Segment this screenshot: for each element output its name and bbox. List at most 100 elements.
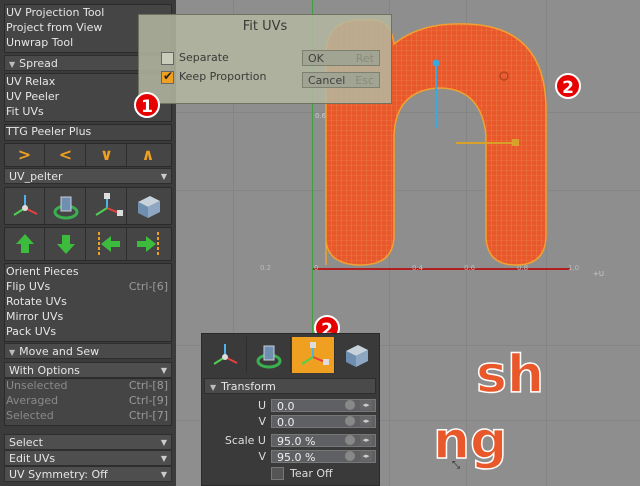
scale-v-label: V	[258, 450, 266, 463]
arrow-up-button[interactable]: ∧	[128, 144, 168, 166]
chevron-down-icon: ▼	[160, 366, 167, 375]
scale-mode-button[interactable]	[292, 337, 335, 373]
select-label: Select	[9, 436, 43, 449]
ok-shortcut: Ret	[355, 52, 374, 65]
uv-pelter-label: UV_pelter	[9, 170, 63, 183]
fit-uvs-dialog: Fit UVs Separate ✔ Keep Proportion OK Re…	[138, 14, 392, 104]
tear-off-label: Tear Off	[290, 467, 333, 480]
step-badge-2: 2	[555, 73, 581, 99]
tear-off-checkbox[interactable]	[271, 467, 284, 480]
cancel-button[interactable]: Cancel Esc	[302, 72, 380, 88]
edit-uvs-dropdown[interactable]: Edit UVs ▼	[4, 450, 172, 466]
reset-dot-icon[interactable]	[345, 435, 355, 445]
unselected-shortcut: Ctrl-[8]	[128, 379, 168, 392]
move-axes-icon	[213, 344, 238, 365]
green-arrow-down-icon	[57, 235, 75, 254]
move-axes-icon	[13, 195, 38, 216]
arrow-right-button[interactable]: >	[5, 144, 45, 166]
unselected-label: Unselected	[6, 379, 68, 392]
scale-v-value: 95.0 %	[277, 451, 316, 464]
scale-u-label: Scale U	[224, 434, 266, 447]
uv-text-shells: sh ng	[432, 344, 544, 472]
transform-header-label: Transform	[221, 380, 276, 393]
drag-arrows-icon[interactable]: ◂▸	[360, 451, 372, 461]
averaged-shortcut: Ctrl-[9]	[128, 394, 168, 407]
step-badge-1: 1	[134, 92, 160, 118]
flip-uvs-label: Flip UVs	[6, 280, 51, 293]
collapse-triangle-icon: ▼	[210, 383, 217, 392]
scale-tool-button[interactable]	[87, 188, 127, 224]
rotate-uvs-item[interactable]: Rotate UVs	[4, 294, 172, 309]
v-offset-value: 0.0	[277, 416, 295, 429]
move-left-button[interactable]	[87, 228, 127, 260]
uv-text-line1: sh	[476, 345, 544, 405]
transform-tool-button[interactable]	[128, 188, 168, 224]
transform-mode-toolbar	[204, 337, 377, 373]
u-offset-value: 0.0	[277, 400, 295, 413]
drag-arrows-icon[interactable]: ◂▸	[360, 400, 372, 410]
uv-symmetry-label: UV Symmetry: Off	[9, 468, 108, 481]
drag-arrows-icon[interactable]: ◂▸	[360, 416, 372, 426]
keep-proportion-checkbox[interactable]: ✔	[161, 69, 174, 84]
rotate-mode-button[interactable]	[248, 337, 291, 373]
unselected-item[interactable]: Unselected Ctrl-[8]	[4, 378, 172, 393]
cube-icon	[346, 345, 368, 367]
arrow-left-button[interactable]: <	[46, 144, 86, 166]
scale-icon	[95, 193, 123, 216]
spread-header-label: Spread	[19, 57, 58, 70]
green-arrow-left-icon	[98, 232, 120, 256]
move-right-button[interactable]	[128, 228, 168, 260]
flip-uvs-item[interactable]: Flip UVs Ctrl-[6]	[4, 279, 172, 294]
checkmark-icon: ✔	[163, 69, 174, 83]
chevron-down-icon: ▼	[160, 470, 167, 479]
mirror-uvs-label: Mirror UVs	[6, 310, 64, 323]
drag-arrows-icon[interactable]: ◂▸	[360, 435, 372, 445]
selected-label: Selected	[6, 409, 54, 422]
v-offset-label: V	[258, 415, 266, 428]
rotate-uvs-label: Rotate UVs	[6, 295, 67, 308]
edit-uvs-label: Edit UVs	[9, 452, 56, 465]
chevron-down-icon: ▼	[160, 454, 167, 463]
cube-icon	[138, 196, 160, 218]
averaged-item[interactable]: Averaged Ctrl-[9]	[4, 393, 172, 408]
transform-section-header[interactable]: ▼ Transform	[204, 378, 376, 394]
ok-button[interactable]: OK Ret	[302, 50, 380, 66]
ttg-peeler-plus-item[interactable]: TTG Peeler Plus	[4, 124, 172, 139]
averaged-label: Averaged	[6, 394, 59, 407]
arrow-down-button[interactable]: ∨	[87, 144, 127, 166]
uv-pelter-dropdown[interactable]: UV_pelter ▼	[4, 168, 172, 184]
mirror-uvs-item[interactable]: Mirror UVs	[4, 309, 172, 324]
separate-label: Separate	[179, 51, 229, 64]
transform-panel: ▼ Transform U 0.0 ◂▸ V 0.0 ◂▸ Scale U 95.…	[201, 333, 380, 486]
uv-symmetry-dropdown[interactable]: UV Symmetry: Off ▼	[4, 466, 172, 482]
collapse-triangle-icon: ▼	[9, 348, 16, 357]
cursor-icon: ⤡	[452, 460, 460, 471]
select-dropdown[interactable]: Select ▼	[4, 434, 172, 450]
orient-pieces-item[interactable]: Orient Pieces	[4, 264, 172, 279]
rotate-icon	[53, 196, 79, 220]
move-and-sew-header[interactable]: ▼ Move and Sew	[4, 343, 172, 359]
u-offset-label: U	[257, 399, 266, 412]
reset-dot-icon[interactable]	[345, 400, 355, 410]
green-arrow-up-icon	[16, 234, 34, 253]
move-down-button[interactable]	[46, 228, 86, 260]
move-up-button[interactable]	[5, 228, 45, 260]
orient-pieces-label: Orient Pieces	[6, 265, 79, 278]
move-tool-button[interactable]	[5, 188, 45, 224]
with-options-dropdown[interactable]: With Options ▼	[4, 362, 172, 378]
pack-uvs-label: Pack UVs	[6, 325, 57, 338]
pack-uvs-item[interactable]: Pack UVs	[4, 324, 172, 339]
separate-checkbox[interactable]	[161, 52, 174, 65]
dialog-title: Fit UVs	[242, 19, 288, 34]
transform-mode-button[interactable]	[336, 337, 377, 373]
cancel-label: Cancel	[308, 74, 346, 87]
collapse-triangle-icon: ▼	[9, 60, 16, 69]
rotate-tool-button[interactable]	[46, 188, 86, 224]
arrow-toolbar: > < ∨ ∧	[4, 143, 172, 167]
reset-dot-icon[interactable]	[345, 416, 355, 426]
selected-item[interactable]: Selected Ctrl-[7]	[4, 408, 172, 423]
uv-move-toolbar	[4, 227, 172, 261]
move-mode-button[interactable]	[204, 337, 247, 373]
transform-tools-toolbar	[4, 187, 172, 225]
reset-dot-icon[interactable]	[345, 451, 355, 461]
